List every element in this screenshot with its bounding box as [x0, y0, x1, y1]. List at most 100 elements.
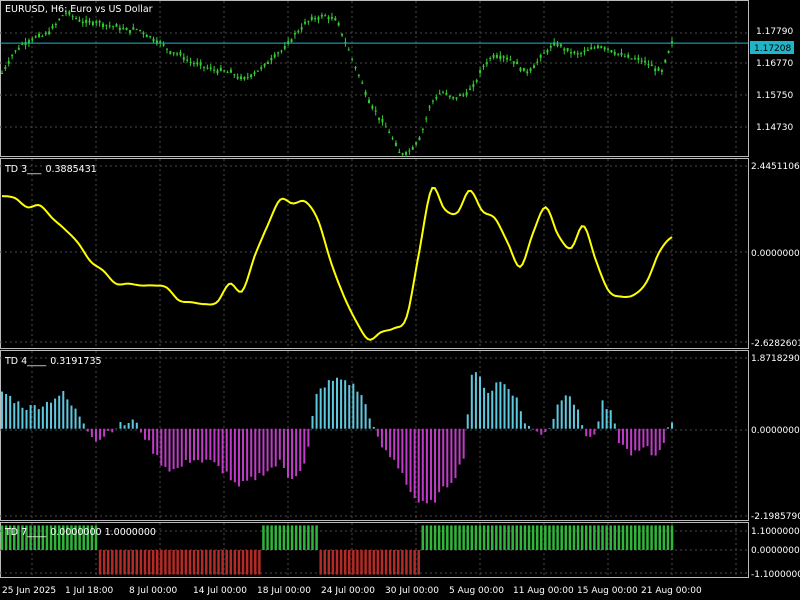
time-axis: 25 Jun 2025 1 Jul 18:00 8 Jul 00:00 14 J… [2, 586, 702, 596]
candle-body [233, 74, 236, 76]
candle-body [623, 56, 626, 58]
candle-body [102, 23, 105, 27]
price-tick: 1.17790 [756, 27, 793, 37]
candle-body [509, 59, 512, 61]
candle-body [81, 21, 84, 24]
candle-body [149, 36, 152, 38]
candle-body [317, 17, 320, 20]
candle-body [367, 99, 370, 104]
candle-body [48, 31, 51, 35]
candle-body [176, 53, 179, 55]
candle-body [435, 97, 438, 99]
time-tick: 15 Aug 00:00 [577, 586, 638, 596]
td7-tick: 1.1000000 [751, 527, 800, 537]
candle-body [44, 32, 47, 35]
candle-body [253, 72, 256, 74]
trading-chart[interactable]: EURUSD, H6: Euro vs US Dollar TD 3___ 0.3… [0, 0, 800, 600]
candle-body [431, 100, 434, 102]
candle-body [105, 24, 108, 26]
candle-body [536, 61, 539, 63]
candle-body [361, 82, 364, 84]
candle-body [139, 30, 142, 32]
candle-body [405, 151, 408, 155]
candle-body [4, 67, 7, 69]
candle-body [465, 92, 468, 96]
candle-body [172, 52, 175, 54]
candle-body [337, 22, 340, 26]
td4-tick: -2.1985790 [751, 512, 800, 522]
candle-body [354, 66, 357, 69]
td4-tick: 1.8718290 [751, 354, 800, 364]
candle-body [388, 131, 391, 134]
candle-body [186, 59, 189, 61]
candle-body [142, 32, 145, 35]
candle-body [58, 18, 61, 20]
candle-body [374, 110, 377, 112]
candle-body [351, 58, 354, 60]
candle-body [330, 16, 333, 19]
candle-body [297, 30, 300, 33]
candle-body [196, 62, 199, 65]
candle-body [428, 106, 431, 108]
current-price-value: 1.17208 [754, 44, 791, 54]
candle-body [38, 33, 41, 37]
candle-body [108, 25, 111, 27]
td7-axis: 1.1000000 0.0000000 -1.1000000 [751, 527, 800, 580]
candle-body [51, 25, 54, 29]
candle-body [203, 66, 206, 68]
candle-body [499, 55, 502, 59]
candle-body [613, 51, 616, 55]
candle-body [576, 53, 579, 55]
candle-body [162, 44, 165, 46]
candle-body [31, 38, 34, 41]
candle-body [219, 67, 222, 71]
candle-body [11, 55, 14, 57]
candle-body [620, 52, 623, 56]
candle-body [263, 63, 266, 67]
candle-body [7, 61, 10, 64]
td3-tick: 2.4451106 [751, 162, 800, 172]
time-tick: 25 Jun 2025 [2, 586, 56, 596]
candle-body [78, 19, 81, 22]
candle-body [236, 76, 239, 79]
candle-body [506, 57, 509, 60]
candle-body [41, 36, 44, 38]
candle-body [256, 70, 259, 72]
candle-body [226, 71, 229, 73]
candle-body [593, 47, 596, 49]
candle-body [290, 39, 293, 43]
candle-body [408, 150, 411, 152]
candle-body [378, 117, 381, 120]
candle-body [522, 67, 525, 72]
td3-tick: 0.0000000 [751, 249, 800, 259]
candle-body [485, 62, 488, 65]
candle-body [71, 16, 74, 18]
time-tick: 14 Jul 00:00 [193, 586, 247, 596]
candle-body [667, 50, 670, 53]
candle-body [250, 74, 253, 78]
candle-body [145, 34, 148, 38]
candle-body [240, 76, 243, 80]
candle-body [381, 119, 384, 123]
candle-body [421, 129, 424, 131]
candle-body [566, 47, 569, 51]
candle-body [425, 118, 428, 120]
candle-body [546, 50, 549, 53]
candle-body [384, 126, 387, 128]
candle-body [586, 49, 589, 51]
candle-body [327, 16, 330, 20]
candle-body [489, 57, 492, 59]
candle-body [334, 17, 337, 21]
candle-body [135, 28, 138, 30]
candle-body [445, 92, 448, 95]
candle-body [512, 61, 515, 64]
td4-tick: 0.0000000 [751, 426, 800, 436]
candle-body [458, 94, 461, 97]
price-tick: 1.14730 [756, 123, 793, 133]
candle-body [418, 137, 421, 141]
candle-body [371, 105, 374, 109]
candle-body [633, 58, 636, 60]
candle-body [85, 19, 88, 24]
candle-body [216, 70, 219, 74]
candle-body [516, 61, 519, 65]
